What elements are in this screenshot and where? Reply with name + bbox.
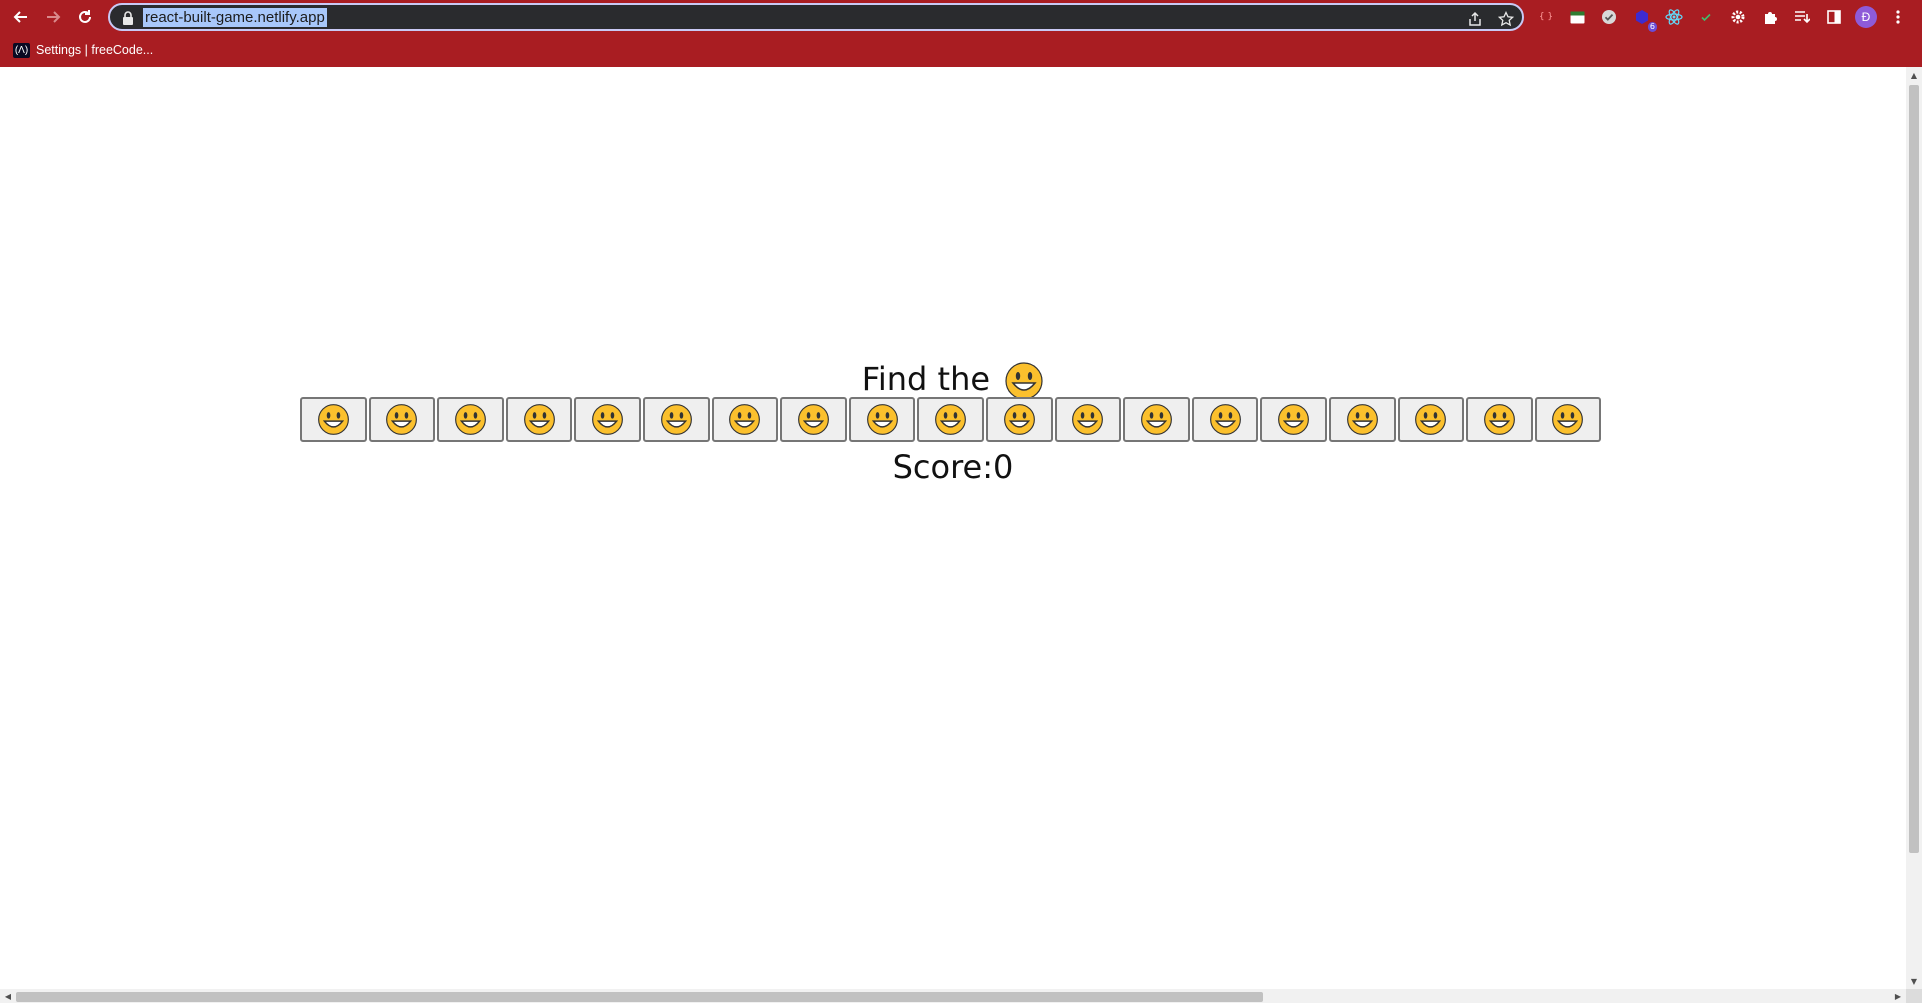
address-bar[interactable]: react-built-game.netlify.app <box>108 3 1524 31</box>
grinning-face-icon <box>386 404 418 435</box>
back-button[interactable] <box>8 4 34 30</box>
emoji-cell-button[interactable] <box>1466 397 1533 442</box>
emoji-cell-button[interactable] <box>985 397 1053 442</box>
grinning-face-icon <box>523 404 555 435</box>
extension-badge: 6 <box>1647 22 1657 32</box>
grinning-face-icon <box>592 404 624 435</box>
emoji-cell-button[interactable] <box>848 397 916 442</box>
gear-extension-icon[interactable] <box>1727 6 1749 28</box>
bookmark-star-icon[interactable] <box>1496 9 1516 29</box>
json-extension-icon[interactable]: { } <box>1535 6 1557 28</box>
title-text: Find the <box>861 360 991 398</box>
bookmarks-bar: (Λ) Settings | freeCode... <box>0 38 1922 60</box>
scrollbar-corner <box>1906 989 1922 1003</box>
grinning-face-icon <box>1072 404 1104 435</box>
vertical-scroll-thumb[interactable] <box>1909 85 1919 853</box>
grinning-face-icon <box>1209 404 1241 435</box>
puzzle-extensions-icon[interactable] <box>1759 6 1781 28</box>
forward-arrow-icon <box>47 11 61 23</box>
grinning-face-icon <box>1005 362 1043 400</box>
emoji-cell-button[interactable] <box>711 397 779 442</box>
react-devtools-icon[interactable] <box>1663 6 1685 28</box>
grinning-face-icon <box>935 404 967 435</box>
emoji-cell-button[interactable] <box>574 397 641 442</box>
bookmark-freecodecamp[interactable]: (Λ) Settings | freeCode... <box>13 40 153 60</box>
grinning-face-icon <box>1278 404 1310 435</box>
check-extension-icon[interactable] <box>1598 6 1620 28</box>
reading-list-icon[interactable] <box>1791 6 1813 28</box>
emoji-cell-button[interactable] <box>1397 397 1465 442</box>
scroll-up-icon[interactable]: ▲ <box>1906 67 1922 83</box>
grinning-face-icon <box>1415 404 1447 435</box>
browser-chrome: react-built-game.netlify.app { } 6 Đ (Λ)… <box>0 0 1922 67</box>
emoji-cell-button[interactable] <box>505 397 573 442</box>
scroll-left-icon[interactable]: ◀ <box>0 988 16 1004</box>
bookmark-label: Settings | freeCode... <box>36 43 154 57</box>
reload-button[interactable] <box>72 4 98 30</box>
emoji-cell-button[interactable] <box>1260 397 1327 442</box>
score-display: Score:0 <box>892 448 1014 486</box>
page-viewport: Find the Score:0 <box>0 67 1906 989</box>
scroll-down-icon[interactable]: ▼ <box>1906 973 1922 989</box>
grinning-face-icon <box>1346 404 1378 435</box>
share-icon[interactable] <box>1465 9 1485 29</box>
hexagon-extension-icon[interactable]: 6 <box>1631 6 1657 32</box>
profile-avatar[interactable]: Đ <box>1855 6 1877 28</box>
kebab-menu-icon[interactable] <box>1887 6 1909 28</box>
back-arrow-icon <box>13 11 27 23</box>
forward-button[interactable] <box>40 4 66 30</box>
emoji-cell-button[interactable] <box>1123 397 1190 442</box>
scroll-right-icon[interactable]: ▶ <box>1890 988 1906 1004</box>
game-title: Find the <box>0 357 1906 401</box>
grinning-face-icon <box>317 404 349 435</box>
emoji-cell-button[interactable] <box>1191 397 1259 442</box>
horizontal-scroll-thumb[interactable] <box>16 992 1263 1002</box>
url-text[interactable]: react-built-game.netlify.app <box>143 8 327 27</box>
calendar-extension-icon[interactable] <box>1566 6 1588 28</box>
emoji-cell-button[interactable] <box>1054 397 1122 442</box>
grinning-face-icon <box>1483 404 1515 435</box>
emoji-cell-button[interactable] <box>300 397 367 442</box>
vertical-scrollbar[interactable]: ▲ ▼ <box>1906 67 1922 989</box>
emoji-cell-button[interactable] <box>368 397 436 442</box>
emoji-cell-button[interactable] <box>917 397 984 442</box>
grinning-face-icon <box>1003 404 1035 435</box>
grinning-face-icon <box>1552 404 1584 435</box>
side-panel-icon[interactable] <box>1823 6 1845 28</box>
horizontal-scrollbar[interactable]: ◀ ▶ <box>0 989 1906 1003</box>
grinning-face-icon <box>1140 404 1172 435</box>
freecodecamp-icon: (Λ) <box>13 42 30 58</box>
emoji-cell-button[interactable] <box>780 397 847 442</box>
grinning-face-icon <box>729 404 761 435</box>
grinning-face-icon <box>660 404 692 435</box>
emoji-cell-button[interactable] <box>642 397 710 442</box>
emoji-grid <box>300 397 1602 442</box>
emoji-cell-button[interactable] <box>437 397 504 442</box>
grinning-face-icon <box>866 404 898 435</box>
green-check-extension-icon[interactable] <box>1695 6 1717 28</box>
grinning-face-icon <box>455 404 486 435</box>
browser-toolbar: react-built-game.netlify.app { } 6 Đ <box>0 0 1922 34</box>
reload-icon <box>79 10 91 23</box>
emoji-cell-button[interactable] <box>1328 397 1396 442</box>
lock-icon <box>123 11 133 25</box>
grinning-face-icon <box>798 404 829 435</box>
emoji-cell-button[interactable] <box>1534 397 1602 442</box>
